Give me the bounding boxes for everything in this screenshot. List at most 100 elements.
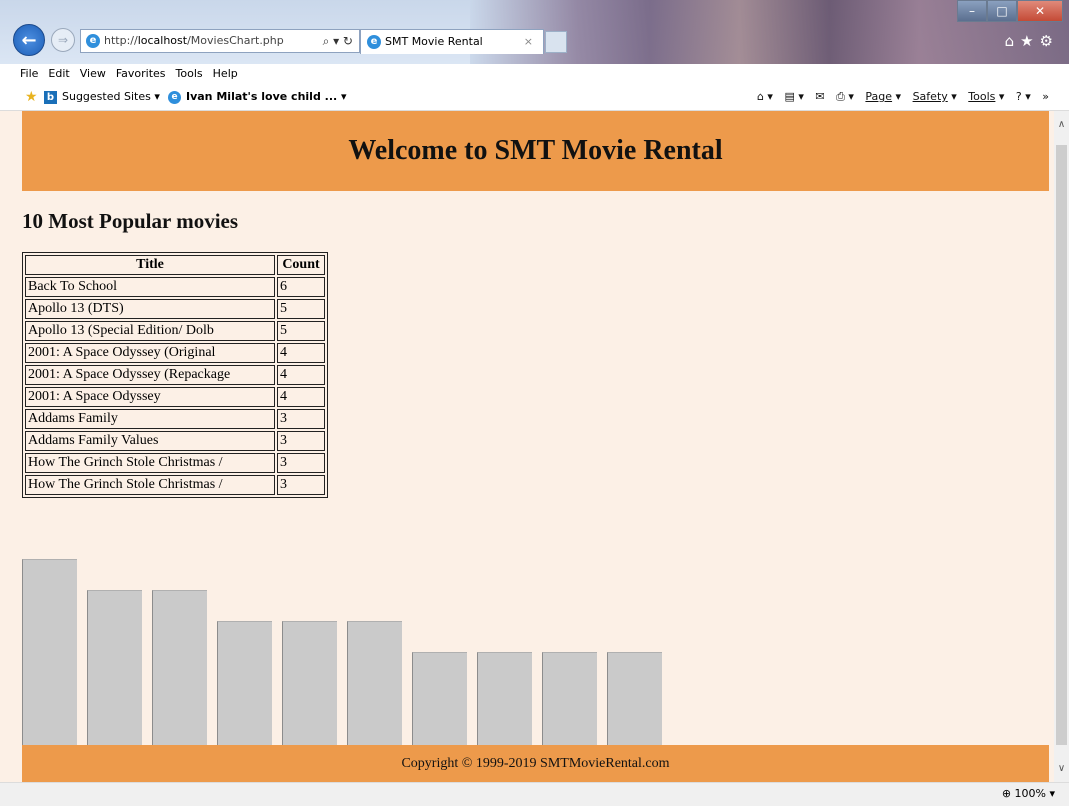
- chart-bar: [22, 559, 77, 745]
- cell-title: 2001: A Space Odyssey (Repackage: [25, 365, 275, 385]
- feeds-icon[interactable]: ▤ ▾: [784, 90, 803, 103]
- address-search-refresh-icons[interactable]: ⌕ ▾ ↻: [323, 30, 353, 52]
- menu-favorites[interactable]: Favorites: [116, 67, 166, 80]
- chart-bar: [477, 652, 532, 745]
- table-row: 2001: A Space Odyssey (Repackage 4: [25, 365, 325, 385]
- maximize-button[interactable]: □: [987, 0, 1017, 22]
- command-bar: ⌂ ▾ ▤ ▾ ✉ ⎙ ▾ Page ▾ Safety ▾ Tools ▾ ? …: [756, 90, 1049, 103]
- chart-bar: [412, 652, 467, 745]
- address-path: /MoviesChart.php: [187, 34, 284, 47]
- cell-count: 4: [277, 387, 325, 407]
- menu-view[interactable]: View: [80, 67, 106, 80]
- cell-title: Addams Family: [25, 409, 275, 429]
- table-row: Apollo 13 (DTS) 5: [25, 299, 325, 319]
- table-row: How The Grinch Stole Christmas /3: [25, 475, 325, 495]
- copyright-text: Copyright © 1999-2019 SMTMovieRental.com: [401, 755, 670, 771]
- address-prefix: http://: [104, 34, 138, 47]
- cell-count: 3: [277, 453, 325, 473]
- close-button[interactable]: ✕: [1017, 0, 1063, 22]
- footer-band: Copyright © 1999-2019 SMTMovieRental.com: [22, 745, 1049, 782]
- tools-menu[interactable]: Tools: [968, 90, 995, 103]
- scroll-up-icon[interactable]: ∧: [1054, 119, 1069, 130]
- address-bar[interactable]: e http://localhost/MoviesChart.php ⌕ ▾ ↻: [80, 29, 360, 53]
- mail-icon[interactable]: ✉: [815, 90, 824, 103]
- favorites-star-icon[interactable]: ★: [25, 89, 38, 105]
- home-icon[interactable]: ⌂ ▾: [757, 90, 773, 103]
- minimize-button[interactable]: –: [957, 0, 987, 22]
- title-bar: – □ ✕ ← ⇒ e http://localhost/MoviesChart.…: [0, 0, 1069, 64]
- cell-title: Back To School: [25, 277, 275, 297]
- safety-menu[interactable]: Safety: [913, 90, 948, 103]
- menu-bar: File Edit View Favorites Tools Help: [0, 64, 1069, 84]
- tab-close-icon[interactable]: ×: [524, 30, 533, 54]
- ie-favorite-icon: e: [168, 91, 181, 104]
- cell-count: 3: [277, 475, 325, 495]
- cell-count: 6: [277, 277, 325, 297]
- address-host: localhost: [137, 34, 188, 47]
- chart-bar: [282, 621, 337, 745]
- cell-count: 3: [277, 431, 325, 451]
- bing-icon: b: [44, 91, 57, 104]
- page-viewport: Welcome to SMT Movie Rental 10 Most Popu…: [0, 111, 1054, 782]
- table-row: 2001: A Space Odyssey (Original 4: [25, 343, 325, 363]
- chevron-icon[interactable]: »: [1042, 90, 1049, 103]
- home-favorites-settings-icons[interactable]: ⌂★⚙: [1005, 32, 1059, 50]
- table-row: Back To School 6: [25, 277, 325, 297]
- page-title: Welcome to SMT Movie Rental: [348, 135, 723, 166]
- menu-edit[interactable]: Edit: [48, 67, 69, 80]
- table-row: Addams Family Values 3: [25, 431, 325, 451]
- table-row: 2001: A Space Odyssey 4: [25, 387, 325, 407]
- zoom-level[interactable]: ⊕ 100% ▾: [1002, 783, 1055, 805]
- new-tab-button[interactable]: [545, 31, 567, 53]
- cell-count: 5: [277, 321, 325, 341]
- section-title: 10 Most Popular movies: [22, 209, 239, 233]
- cell-count: 5: [277, 299, 325, 319]
- chart-bar: [152, 590, 207, 745]
- header-band: Welcome to SMT Movie Rental: [22, 111, 1049, 191]
- print-icon[interactable]: ⎙ ▾: [836, 90, 854, 103]
- column-header-title: Title: [25, 255, 275, 275]
- popularity-bar-chart: [22, 527, 702, 745]
- tab-title: SMT Movie Rental: [385, 35, 483, 48]
- scroll-down-icon[interactable]: ∨: [1054, 763, 1069, 774]
- table-row: Addams Family 3: [25, 409, 325, 429]
- forward-arrow-icon[interactable]: ⇒: [51, 28, 75, 52]
- table-row: How The Grinch Stole Christmas /3: [25, 453, 325, 473]
- column-header-count: Count: [277, 255, 325, 275]
- ie-tab-icon: e: [367, 35, 381, 49]
- cell-count: 3: [277, 409, 325, 429]
- cell-count: 4: [277, 365, 325, 385]
- chart-bar: [347, 621, 402, 745]
- cell-title: How The Grinch Stole Christmas /: [25, 453, 275, 473]
- cell-count: 4: [277, 343, 325, 363]
- favorite-link-ivan[interactable]: Ivan Milat's love child ... ▾: [186, 84, 347, 110]
- ie-page-icon: e: [86, 34, 100, 48]
- help-icon[interactable]: ? ▾: [1016, 90, 1031, 103]
- table-row: Apollo 13 (Special Edition/ Dolb 5: [25, 321, 325, 341]
- chart-bar: [542, 652, 597, 745]
- menu-help[interactable]: Help: [213, 67, 238, 80]
- tab-smt-movie-rental[interactable]: e SMT Movie Rental ×: [360, 29, 544, 54]
- address-url[interactable]: http://localhost/MoviesChart.php: [104, 34, 284, 47]
- vertical-scrollbar[interactable]: ∧ ∨: [1054, 111, 1069, 782]
- cell-title: How The Grinch Stole Christmas /: [25, 475, 275, 495]
- suggested-sites-link[interactable]: Suggested Sites ▾: [62, 84, 160, 110]
- cell-title: Apollo 13 (Special Edition/ Dolb: [25, 321, 275, 341]
- menu-file[interactable]: File: [20, 67, 38, 80]
- chart-bar: [217, 621, 272, 745]
- window-controls: – □ ✕: [957, 0, 1063, 22]
- chart-bar: [607, 652, 662, 745]
- cell-title: Addams Family Values: [25, 431, 275, 451]
- cell-title: 2001: A Space Odyssey: [25, 387, 275, 407]
- favorites-bar: ★ b Suggested Sites ▾ e Ivan Milat's lov…: [0, 84, 1069, 111]
- back-arrow-icon[interactable]: ←: [13, 24, 45, 56]
- page-menu[interactable]: Page: [865, 90, 892, 103]
- menu-tools[interactable]: Tools: [176, 67, 203, 80]
- table-header-row: Title Count: [25, 255, 325, 275]
- chart-bar: [87, 590, 142, 745]
- cell-title: 2001: A Space Odyssey (Original: [25, 343, 275, 363]
- movies-table: Title Count Back To School 6 Apollo 13 (D…: [22, 252, 328, 498]
- cell-title: Apollo 13 (DTS): [25, 299, 275, 319]
- scrollbar-thumb[interactable]: [1056, 145, 1067, 745]
- status-bar: ⊕ 100% ▾: [0, 782, 1069, 806]
